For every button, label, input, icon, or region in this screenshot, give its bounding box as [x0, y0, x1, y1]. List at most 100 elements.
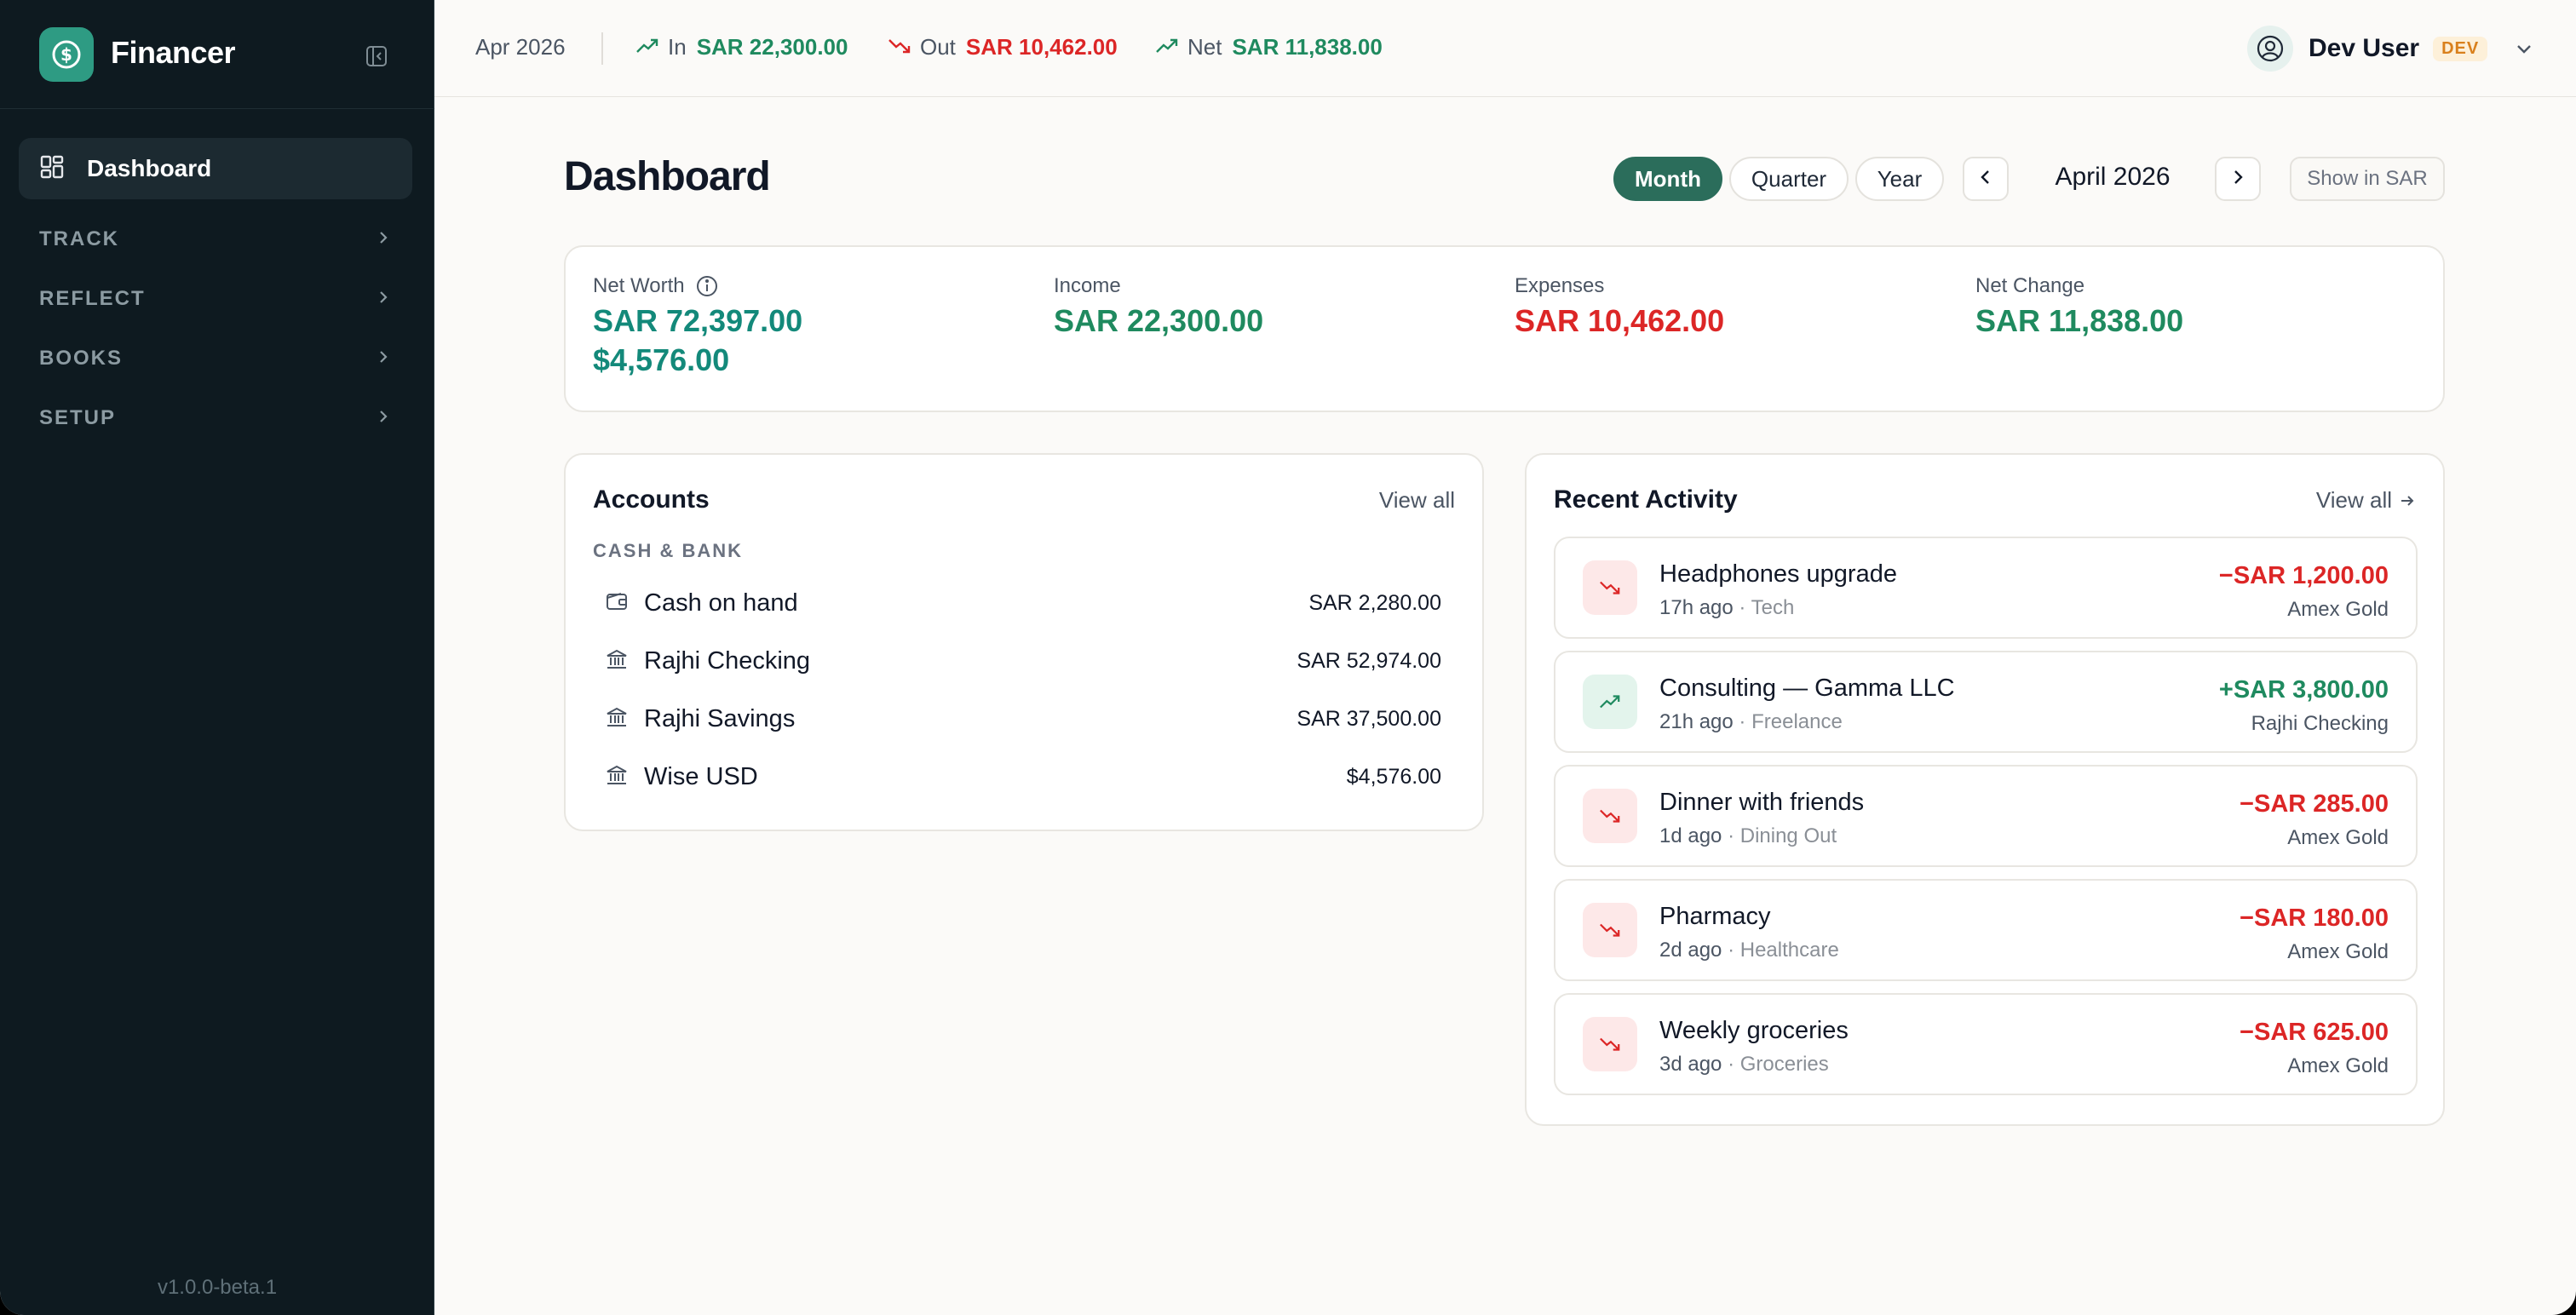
transaction-row[interactable]: Consulting — Gamma LLC 21h ago · Freelan…: [1554, 651, 2418, 753]
sidebar-section-track[interactable]: TRACK: [19, 215, 412, 263]
chevron-down-icon[interactable]: [2511, 36, 2537, 61]
transaction-title: Weekly groceries: [1659, 1017, 1849, 1044]
account-group-label: CASH & BANK: [593, 540, 743, 561]
chevron-right-icon: [375, 289, 392, 310]
transaction-meta: 17h ago · Tech: [1659, 596, 1795, 619]
transaction-category: Healthcare: [1739, 939, 1839, 962]
trend-down-icon: [1583, 789, 1637, 843]
topbar-stat-net: Net SAR 11,838.00: [1155, 34, 1383, 60]
app-window: $ Financer Dashboard TRACK REFLECT BOOKS…: [0, 0, 2576, 1315]
account-row[interactable]: Rajhi Checking SAR 52,974.00: [593, 635, 1457, 686]
accounts-title: Accounts: [593, 485, 710, 514]
stat-label: Net: [1187, 34, 1222, 60]
net-change-label: Net Change: [1975, 274, 2085, 297]
arrow-right-icon: [2399, 492, 2416, 509]
current-period: April 2026: [2055, 163, 2171, 191]
sidebar-section-label: REFLECT: [39, 287, 146, 310]
previous-period-button[interactable]: [1963, 157, 2009, 201]
account-row[interactable]: Wise USD $4,576.00: [593, 751, 1457, 802]
net-change-stat: Net Change SAR 11,838.00: [1975, 274, 2183, 339]
env-badge: DEV: [2433, 36, 2488, 61]
summary-card: Net Worth SAR 72,397.00 $4,576.00 Income…: [564, 245, 2445, 412]
sidebar-section-books[interactable]: BOOKS: [19, 335, 412, 382]
sidebar-section-reflect[interactable]: REFLECT: [19, 275, 412, 323]
chevron-right-icon: [2229, 169, 2246, 190]
stat-label: In: [668, 34, 687, 60]
sidebar-section-setup[interactable]: SETUP: [19, 394, 412, 442]
brand-header: $ Financer: [0, 0, 434, 109]
show-in-sar-toggle[interactable]: Show in SAR: [2290, 157, 2445, 201]
transaction-category: Groceries: [1739, 1053, 1829, 1076]
transaction-account: Amex Gold: [2287, 940, 2389, 963]
activity-view-all-link[interactable]: View all: [2316, 487, 2416, 514]
transaction-title: Pharmacy: [1659, 903, 1771, 930]
transaction-row[interactable]: Dinner with friends 1d ago · Dining Out …: [1554, 765, 2418, 867]
app-name: Financer: [111, 35, 236, 70]
collapse-sidebar-icon[interactable]: [363, 43, 390, 70]
account-balance: $4,576.00: [1346, 764, 1441, 789]
transaction-account: Amex Gold: [2287, 598, 2389, 621]
accounts-view-all-link[interactable]: View all: [1379, 487, 1455, 514]
income-stat: Income SAR 22,300.00: [1054, 274, 1263, 339]
transaction-time: 21h ago: [1659, 710, 1734, 733]
account-balance: SAR 37,500.00: [1297, 706, 1441, 731]
info-icon[interactable]: [695, 274, 719, 298]
user-avatar-icon: [2247, 26, 2293, 72]
trend-down-icon: [1583, 1017, 1637, 1071]
expenses-label: Expenses: [1515, 274, 1605, 297]
net-worth-value-usd: $4,576.00: [593, 342, 730, 377]
sidebar: $ Financer Dashboard TRACK REFLECT BOOKS…: [0, 0, 434, 1315]
transaction-category: Dining Out: [1739, 824, 1837, 847]
transaction-account: Rajhi Checking: [2251, 712, 2389, 735]
sidebar-section-label: TRACK: [39, 227, 119, 250]
sidebar-item-dashboard[interactable]: Dashboard: [19, 138, 412, 199]
next-period-button[interactable]: [2215, 157, 2261, 201]
transaction-time: 17h ago: [1659, 596, 1734, 619]
user-menu[interactable]: Dev User DEV: [2247, 24, 2537, 73]
svg-text:$: $: [60, 44, 72, 65]
trend-up-icon: [1583, 675, 1637, 729]
chevron-right-icon: [375, 348, 392, 370]
expenses-value: SAR 10,462.00: [1515, 303, 1725, 338]
account-name: Rajhi Savings: [644, 704, 796, 732]
sidebar-section-label: SETUP: [39, 406, 117, 429]
transaction-title: Consulting — Gamma LLC: [1659, 675, 1955, 702]
income-value: SAR 22,300.00: [1054, 303, 1264, 338]
account-row[interactable]: Cash on hand SAR 2,280.00: [593, 577, 1457, 629]
range-quarter-button[interactable]: Quarter: [1729, 157, 1849, 201]
transaction-amount: −SAR 285.00: [2240, 790, 2389, 818]
trend-down-icon: [1583, 560, 1637, 615]
transaction-account: Amex Gold: [2287, 826, 2389, 849]
net-worth-label-row: Net Worth: [593, 274, 802, 298]
stat-value: SAR 22,300.00: [696, 34, 848, 60]
net-worth-label: Net Worth: [593, 274, 685, 297]
dashboard-grid-icon: [39, 154, 65, 184]
transaction-time: 1d ago: [1659, 824, 1722, 847]
transaction-category: Freelance: [1751, 710, 1843, 733]
transaction-account: Amex Gold: [2287, 1054, 2389, 1077]
recent-activity-card: Recent Activity View all Headphones upgr…: [1525, 453, 2445, 1126]
account-balance: SAR 52,974.00: [1297, 648, 1441, 673]
stat-value: SAR 10,462.00: [965, 34, 1118, 60]
transaction-meta: 3d ago · Groceries: [1659, 1053, 1829, 1076]
chevron-right-icon: [375, 229, 392, 250]
transaction-row[interactable]: Headphones upgrade 17h ago · Tech −SAR 1…: [1554, 537, 2418, 639]
range-month-button[interactable]: Month: [1613, 157, 1722, 201]
chevron-right-icon: [375, 408, 392, 429]
accounts-card: Accounts View all CASH & BANK Cash on ha…: [564, 453, 1484, 831]
account-name: Cash on hand: [644, 589, 798, 617]
transaction-amount: −SAR 1,200.00: [2218, 562, 2389, 589]
trend-down-icon: [888, 34, 911, 60]
transaction-row[interactable]: Pharmacy 2d ago · Healthcare −SAR 180.00…: [1554, 879, 2418, 981]
transaction-title: Headphones upgrade: [1659, 560, 1897, 588]
transaction-amount: +SAR 3,800.00: [2218, 676, 2389, 703]
account-row[interactable]: Rajhi Savings SAR 37,500.00: [593, 693, 1457, 744]
range-year-button[interactable]: Year: [1855, 157, 1944, 201]
transaction-amount: −SAR 180.00: [2240, 904, 2389, 932]
transaction-meta: 21h ago · Freelance: [1659, 710, 1843, 733]
transaction-row[interactable]: Weekly groceries 3d ago · Groceries −SAR…: [1554, 993, 2418, 1095]
stat-label: Out: [920, 34, 956, 60]
sidebar-section-label: BOOKS: [39, 347, 124, 370]
topbar: Apr 2026 In SAR 22,300.00 Out SAR 10,462…: [434, 0, 2576, 97]
account-balance: SAR 2,280.00: [1308, 590, 1441, 615]
